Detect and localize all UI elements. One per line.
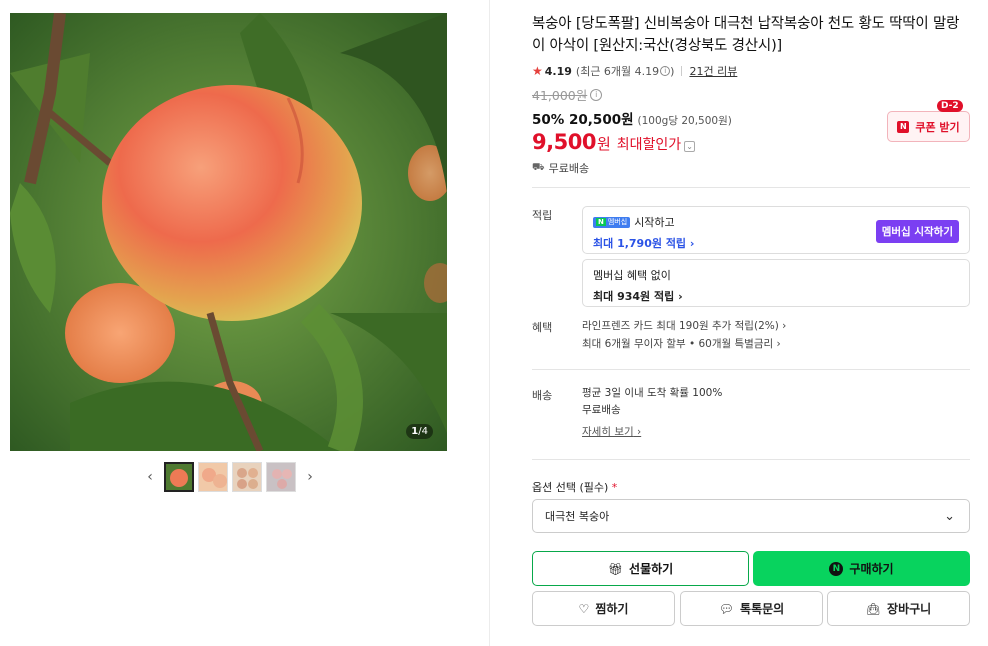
delivery-eta: 평균 3일 이내 도착 확률 100% — [582, 387, 723, 399]
gift-label: 선물하기 — [629, 562, 674, 576]
delivery-label: 배송 — [532, 389, 553, 402]
option-selected-value: 대극천 복숭아 — [545, 510, 610, 523]
membership-badge: N 멤버십 — [593, 216, 631, 228]
wish-label: 찜하기 — [595, 602, 629, 616]
sale-price: 50% 20,500원 — [532, 112, 634, 128]
truck-icon: ⛟ — [532, 161, 545, 173]
column-divider — [489, 0, 490, 646]
thumbnail-peach-pack-image — [267, 463, 295, 491]
info-icon[interactable]: i — [660, 66, 671, 76]
wish-button[interactable]: ♡ 찜하기 — [532, 591, 675, 626]
chat-icon: 💬︎ — [718, 601, 735, 616]
product-title: 복숭아 [당도폭팔] 신비복숭아 대극천 납작복숭아 천도 황도 딱딱이 말랑이… — [532, 16, 960, 54]
section-divider — [532, 187, 970, 188]
heart-icon: ♡ — [578, 601, 590, 616]
delivery-more-link[interactable]: 자세히 보기 › — [582, 424, 722, 441]
gift-button[interactable]: 🎁︎ 선물하기 — [532, 551, 749, 586]
talk-inquiry-button[interactable]: 💬︎ 톡톡문의 — [680, 591, 823, 626]
naver-pay-icon: N — [829, 561, 844, 576]
benefit-installment-link[interactable]: 최대 6개월 무이자 할부 • 60개월 특별금리 › — [582, 335, 786, 353]
naver-n-icon: N — [897, 120, 910, 133]
required-mark: * — [611, 481, 618, 494]
rating-row: ★ 4.19 (최근 6개월 4.19 i ) 21건 리뷰 — [532, 63, 970, 79]
coupon-label: 쿠폰 받기 — [915, 120, 960, 134]
option-select[interactable]: 대극천 복숭아 ⌄ — [532, 499, 970, 533]
thumbnail-3[interactable] — [232, 462, 262, 492]
dday-badge: D-2 — [937, 100, 963, 112]
no-membership-title: 멤버십 혜택 없이 — [593, 269, 671, 282]
max-discount-price: 9,500 — [532, 130, 596, 154]
thumbnail-flat-peach-image — [199, 463, 227, 491]
delivery-info: 평균 3일 이내 도착 확률 100% 무료배송 자세히 보기 › — [582, 385, 722, 441]
buy-label: 구매하기 — [849, 562, 894, 576]
benefit-card-link[interactable]: 라인프렌즈 카드 최대 190원 추가 적립(2%) › — [582, 317, 786, 335]
rating-separator — [681, 66, 683, 76]
gift-icon: 🎁︎ — [607, 561, 624, 576]
free-shipping-text: 무료배송 — [548, 162, 590, 175]
thumbnail-strip: ‹ › — [140, 462, 320, 492]
chevron-down-icon[interactable]: ⌄ — [684, 141, 696, 152]
price-info-icon[interactable]: i — [590, 88, 603, 101]
thumbnail-peach-box-image — [233, 463, 261, 491]
membership-start-text: 시작하고 — [634, 216, 675, 229]
thumbnail-2[interactable] — [198, 462, 228, 492]
max-discount-label: 최대할인가 — [616, 137, 682, 153]
reviews-link[interactable]: 21건 리뷰 — [689, 63, 737, 79]
max-discount-won: 원 — [596, 135, 611, 153]
talk-label: 톡톡문의 — [740, 602, 785, 616]
cart-label: 장바구니 — [887, 602, 932, 616]
buy-button[interactable]: N 구매하기 — [753, 551, 970, 586]
coupon-button[interactable]: N 쿠폰 받기 — [887, 111, 970, 142]
peach-photo — [10, 13, 447, 451]
membership-start-button[interactable]: 멤버십 시작하기 — [875, 220, 959, 243]
membership-points-box: N 멤버십 시작하고 최대 1,790원 적립 › 멤버십 시작하기 — [582, 206, 970, 254]
section-divider — [532, 369, 970, 370]
section-divider — [532, 459, 970, 460]
main-product-image[interactable]: 1/4 — [10, 13, 447, 451]
no-membership-points-box: 멤버십 혜택 없이 최대 934원 적립 › — [582, 259, 970, 307]
thumbnail-prev-arrow[interactable]: ‹ — [140, 462, 160, 492]
no-membership-max-points[interactable]: 최대 934원 적립 › — [593, 288, 959, 304]
unit-price: (100g당 20,500원) — [637, 115, 732, 127]
benefits-list: 라인프렌즈 카드 최대 190원 추가 적립(2%) › 최대 6개월 무이자 … — [582, 317, 786, 353]
star-icon: ★ — [532, 64, 543, 78]
chevron-down-icon: ⌄ — [944, 508, 955, 524]
delivery-fee: 무료배송 — [582, 404, 621, 416]
option-label: 옵션 선택 (필수) * — [532, 481, 618, 494]
thumbnail-next-arrow[interactable]: › — [300, 462, 320, 492]
points-label: 적립 — [532, 209, 553, 222]
thumbnail-peach-image — [166, 464, 192, 490]
rating-recent: (최근 6개월 4.19 — [575, 65, 660, 78]
image-page-counter: 1/4 — [406, 424, 433, 439]
free-shipping-row: ⛟ 무료배송 — [532, 160, 970, 176]
thumbnail-1[interactable] — [164, 462, 194, 492]
rating-recent-close: ) — [670, 64, 675, 78]
thumbnail-4[interactable] — [266, 462, 296, 492]
product-info: 복숭아 [당도폭팔] 신비복숭아 대극천 납작복숭아 천도 황도 딱딱이 말랑이… — [532, 13, 970, 176]
benefits-label: 혜택 — [532, 321, 553, 334]
cart-button[interactable]: 👜︎ 장바구니 — [827, 591, 970, 626]
rating-score: 4.19 — [544, 64, 572, 78]
original-price: 41,000원 — [532, 88, 588, 103]
shopping-bag-icon: 👜︎ — [865, 601, 882, 616]
original-price-row: 41,000원 i — [532, 85, 970, 104]
